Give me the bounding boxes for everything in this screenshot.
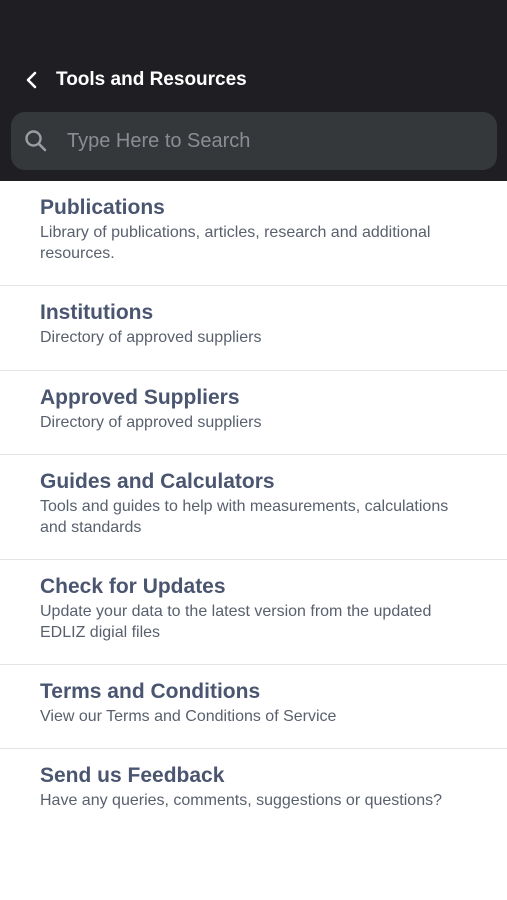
item-title: Approved Suppliers bbox=[40, 386, 240, 409]
item-description: Have any queries, comments, suggestions … bbox=[40, 792, 442, 809]
list-item-check-updates[interactable]: Check for Updates Update your data to th… bbox=[0, 560, 507, 665]
search-icon bbox=[25, 130, 47, 152]
page-title: Tools and Resources bbox=[56, 69, 247, 90]
item-description: Update your data to the latest version f… bbox=[40, 603, 432, 641]
list-item-terms-conditions[interactable]: Terms and Conditions View our Terms and … bbox=[0, 665, 507, 749]
back-button[interactable] bbox=[18, 66, 46, 94]
item-title: Check for Updates bbox=[40, 575, 226, 598]
item-title: Institutions bbox=[40, 301, 154, 324]
app-header: Tools and Resources bbox=[0, 0, 507, 181]
item-title: Terms and Conditions bbox=[40, 680, 261, 703]
chevron-left-icon bbox=[26, 71, 37, 89]
item-title: Guides and Calculators bbox=[40, 470, 275, 493]
nav-bar: Tools and Resources bbox=[0, 58, 507, 102]
list-item-publications[interactable]: Publications Library of publications, ar… bbox=[0, 181, 507, 286]
list-item-approved-suppliers[interactable]: Approved Suppliers Directory of approved… bbox=[0, 371, 507, 455]
list-item-guides-calculators[interactable]: Guides and Calculators Tools and guides … bbox=[0, 455, 507, 560]
search-bar[interactable] bbox=[11, 112, 497, 170]
item-title: Send us Feedback bbox=[40, 764, 225, 787]
list-item-send-feedback[interactable]: Send us Feedback Have any queries, comme… bbox=[0, 749, 507, 854]
item-description: Tools and guides to help with measuremen… bbox=[40, 498, 449, 536]
item-title: Publications bbox=[40, 196, 165, 219]
item-description: Directory of approved suppliers bbox=[40, 329, 262, 346]
item-description: Library of publications, articles, resea… bbox=[40, 224, 431, 262]
tools-list: Publications Library of publications, ar… bbox=[0, 181, 507, 854]
list-item-institutions[interactable]: Institutions Directory of approved suppl… bbox=[0, 286, 507, 371]
item-description: Directory of approved suppliers bbox=[40, 414, 262, 431]
search-input[interactable] bbox=[67, 112, 487, 170]
item-description: View our Terms and Conditions of Service bbox=[40, 708, 337, 725]
